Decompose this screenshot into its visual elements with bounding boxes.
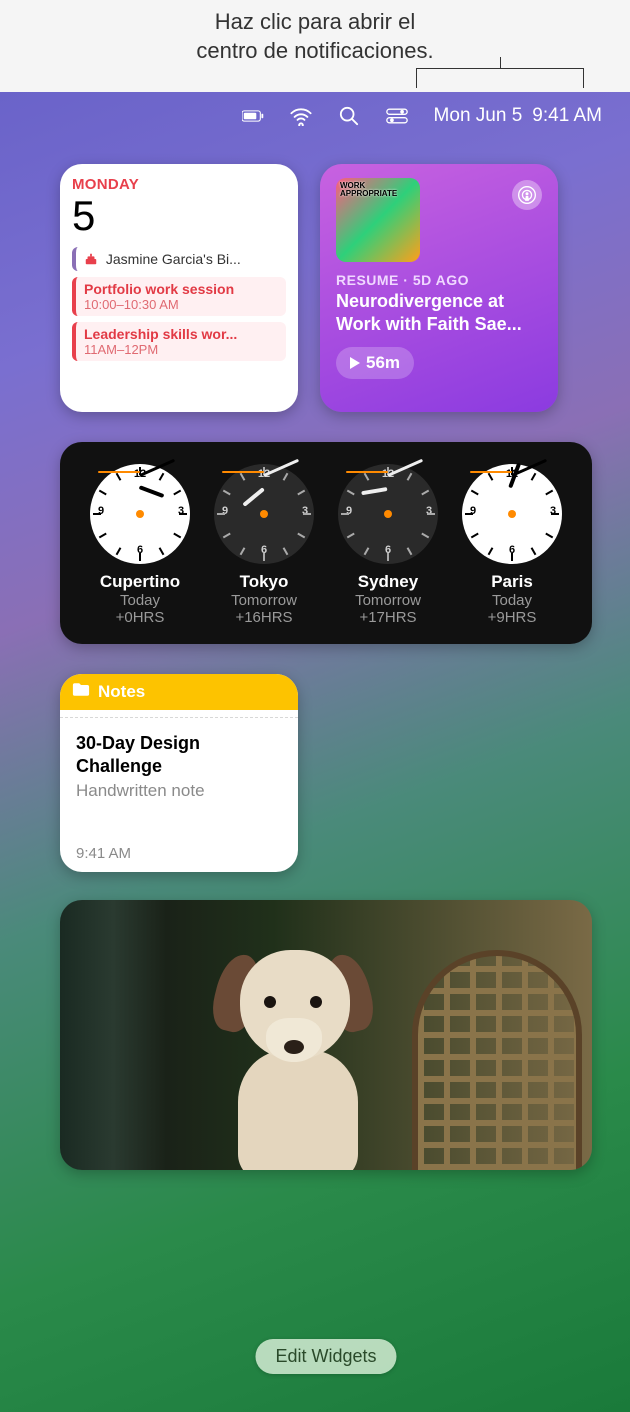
clock-face: 36912 [462, 464, 562, 564]
notes-widget[interactable]: Notes 30-Day Design Challenge Handwritte… [60, 674, 298, 872]
world-clock-item: 36912 CupertinoToday+0HRS [78, 464, 202, 626]
notification-center-background: Mon Jun 5 9:41 AM MONDAY 5 Jasmine Garci… [0, 92, 630, 1412]
menubar-datetime[interactable]: Mon Jun 5 9:41 AM [434, 105, 602, 127]
world-clock-city: Paris [450, 572, 574, 592]
world-clock-offset: +0HRS [78, 609, 202, 626]
world-clock-item: 36912 SydneyTomorrow+17HRS [326, 464, 450, 626]
world-clock-widget[interactable]: 36912CupertinoToday+0HRS36912TokyoTomorr… [60, 442, 592, 644]
podcast-meta: RESUME · 5D AGO [336, 272, 542, 288]
podcast-duration: 56m [366, 353, 400, 373]
calendar-day-name: MONDAY [72, 176, 286, 193]
world-clock-offset: +16HRS [202, 609, 326, 626]
menubar-time: 9:41 AM [532, 105, 602, 127]
calendar-event-title: Leadership skills wor... [84, 326, 278, 342]
world-clock-city: Sydney [326, 572, 450, 592]
podcasts-app-icon [512, 180, 542, 210]
calendar-event-time: 10:00–10:30 AM [84, 297, 278, 312]
battery-icon[interactable] [242, 105, 264, 127]
wifi-icon[interactable] [290, 105, 312, 127]
world-clock-day: Tomorrow [202, 592, 326, 609]
notes-subtitle: Handwritten note [76, 781, 282, 801]
calendar-day-number: 5 [72, 195, 286, 237]
podcasts-widget[interactable]: WORK APPROPRIATE RESUME · 5D AGO Neurodi… [320, 164, 558, 412]
calendar-event-title: Jasmine Garcia's Bi... [106, 251, 241, 267]
photo-subject-dog [210, 940, 390, 1170]
menubar: Mon Jun 5 9:41 AM [0, 92, 630, 140]
edit-widgets-button[interactable]: Edit Widgets [255, 1339, 396, 1374]
play-icon [350, 357, 360, 369]
world-clock-offset: +17HRS [326, 609, 450, 626]
spotlight-search-icon[interactable] [338, 105, 360, 127]
world-clock-day: Today [450, 592, 574, 609]
notes-divider [60, 710, 298, 718]
world-clock-offset: +9HRS [450, 609, 574, 626]
birthday-icon [84, 252, 98, 266]
notes-time: 9:41 AM [76, 845, 282, 862]
control-center-icon[interactable] [386, 105, 408, 127]
notes-header: Notes [60, 674, 298, 710]
photos-widget[interactable] [60, 900, 592, 1170]
menubar-date: Mon Jun 5 [434, 105, 523, 127]
calendar-event: Portfolio work session 10:00–10:30 AM [72, 277, 286, 316]
notes-title: 30-Day Design Challenge [76, 732, 282, 777]
clock-face: 36912 [338, 464, 438, 564]
world-clock-city: Cupertino [78, 572, 202, 592]
podcast-artwork: WORK APPROPRIATE [336, 178, 420, 262]
world-clock-item: 36912 TokyoTomorrow+16HRS [202, 464, 326, 626]
folder-icon [72, 682, 90, 702]
clock-face: 36912 [214, 464, 314, 564]
podcast-play-button[interactable]: 56m [336, 347, 414, 379]
world-clock-city: Tokyo [202, 572, 326, 592]
world-clock-day: Tomorrow [326, 592, 450, 609]
podcast-title: Neurodivergence at Work with Faith Sae..… [336, 290, 542, 335]
calendar-event-title: Portfolio work session [84, 281, 278, 297]
annotation-bracket [416, 68, 584, 88]
calendar-event: Jasmine Garcia's Bi... [72, 247, 286, 271]
annotation-text: Haz clic para abrir el centro de notific… [0, 0, 630, 69]
notes-app-label: Notes [98, 682, 145, 702]
clock-face: 36912 [90, 464, 190, 564]
calendar-event-time: 11AM–12PM [84, 342, 278, 357]
world-clock-item: 36912 ParisToday+9HRS [450, 464, 574, 626]
world-clock-day: Today [78, 592, 202, 609]
calendar-widget[interactable]: MONDAY 5 Jasmine Garcia's Bi... Portfoli… [60, 164, 298, 412]
calendar-event: Leadership skills wor... 11AM–12PM [72, 322, 286, 361]
photo-chair [412, 950, 582, 1170]
